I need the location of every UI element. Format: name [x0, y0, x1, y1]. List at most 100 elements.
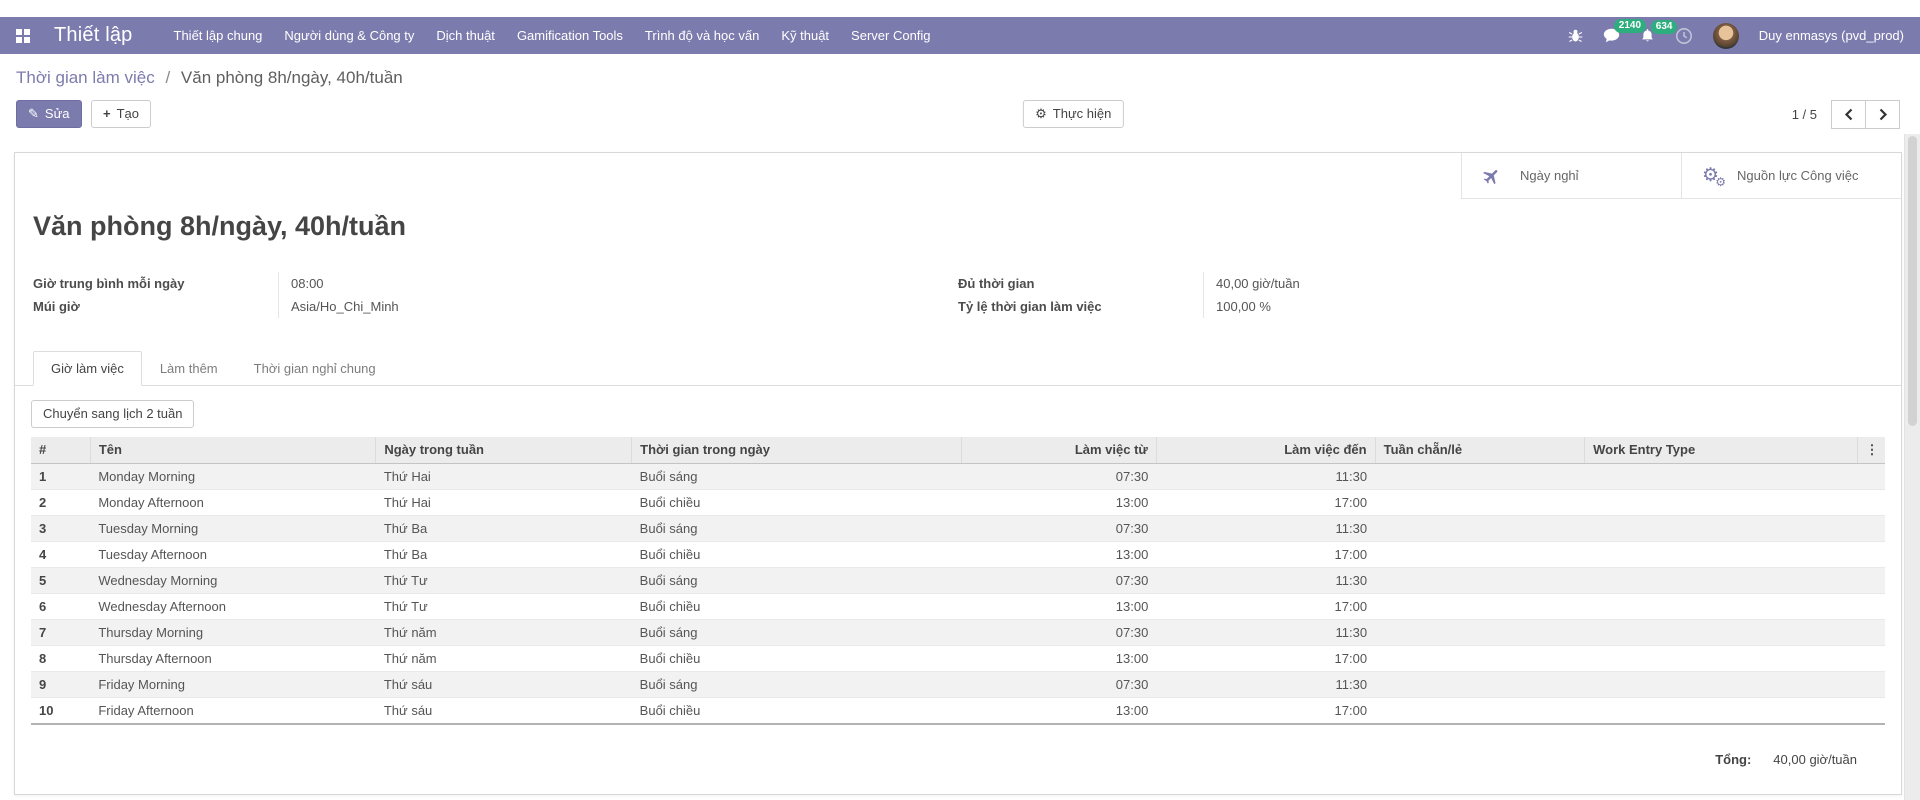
cell-day-of-week: Thứ sáu: [376, 671, 632, 697]
menu-ky-thuat[interactable]: Kỹ thuật: [770, 17, 840, 54]
table-row[interactable]: 2 Monday Afternoon Thứ Hai Buổi chiều 13…: [31, 489, 1885, 515]
table-row[interactable]: 6 Wednesday Afternoon Thứ Tư Buổi chiều …: [31, 593, 1885, 619]
table-row[interactable]: 1 Monday Morning Thứ Hai Buổi sáng 07:30…: [31, 463, 1885, 489]
cell-options: [1857, 489, 1885, 515]
menu-gamification-tools[interactable]: Gamification Tools: [506, 17, 634, 54]
table-row[interactable]: 10 Friday Afternoon Thứ sáu Buổi chiều 1…: [31, 697, 1885, 724]
create-button[interactable]: + Tạo: [91, 100, 151, 128]
pager-next-button[interactable]: [1865, 100, 1900, 129]
tab-global-time-off[interactable]: Thời gian nghỉ chung: [236, 351, 394, 386]
cell-work-entry-type: [1585, 593, 1857, 619]
cell-work-to: 11:30: [1156, 671, 1375, 697]
work-resources-stat-button[interactable]: ⚙⚙ Nguồn lực Công việc: [1681, 153, 1901, 199]
cell-index: 8: [31, 645, 90, 671]
cell-even-odd-week: [1375, 567, 1585, 593]
top-menu: Thiết lập chung Người dùng & Công ty Dịc…: [163, 17, 942, 54]
cell-index: 4: [31, 541, 90, 567]
cell-even-odd-week: [1375, 593, 1585, 619]
field-timezone: Múi giờ Asia/Ho_Chi_Minh: [33, 295, 958, 318]
cell-day-period: Buổi sáng: [632, 619, 962, 645]
tab-working-hours[interactable]: Giờ làm việc: [33, 351, 142, 386]
leaves-stat-label: Ngày nghỉ: [1520, 168, 1579, 183]
action-button-label: Thực hiện: [1053, 106, 1112, 122]
menu-dich-thuat[interactable]: Dịch thuật: [425, 17, 506, 54]
main-content: Ngày nghỉ ⚙⚙ Nguồn lực Công việc Văn phò…: [0, 152, 1920, 800]
field-label: Giờ trung bình mỗi ngày: [33, 276, 278, 291]
scrollbar[interactable]: [1904, 134, 1920, 800]
table-row[interactable]: 5 Wednesday Morning Thứ Tư Buổi sáng 07:…: [31, 567, 1885, 593]
table-row[interactable]: 7 Thursday Morning Thứ năm Buổi sáng 07:…: [31, 619, 1885, 645]
cell-even-odd-week: [1375, 463, 1585, 489]
header-work-from[interactable]: Làm việc từ: [962, 437, 1157, 464]
cell-work-entry-type: [1585, 463, 1857, 489]
cell-day-of-week: Thứ năm: [376, 645, 632, 671]
cell-even-odd-week: [1375, 697, 1585, 724]
table-row[interactable]: 9 Friday Morning Thứ sáu Buổi sáng 07:30…: [31, 671, 1885, 697]
field-group-left: Giờ trung bình mỗi ngày 08:00 Múi giờ As…: [33, 272, 958, 318]
cell-options: [1857, 463, 1885, 489]
control-panel-buttons: ✎ Sửa + Tạo ⚙ Thực hiện 1 / 5: [16, 100, 1904, 130]
cell-name: Thursday Afternoon: [90, 645, 376, 671]
breadcrumb-current: Văn phòng 8h/ngày, 40h/tuần: [181, 68, 403, 87]
cell-name: Friday Morning: [90, 671, 376, 697]
form-sheet: Ngày nghỉ ⚙⚙ Nguồn lực Công việc Văn phò…: [14, 152, 1902, 795]
field-value: 40,00 giờ/tuần: [1203, 272, 1883, 295]
action-button[interactable]: ⚙ Thực hiện: [1023, 100, 1123, 128]
field-group-right: Đủ thời gian 40,00 giờ/tuần Tỷ lệ thời g…: [958, 272, 1883, 318]
header-day-period[interactable]: Thời gian trong ngày: [632, 437, 962, 464]
table-row[interactable]: 8 Thursday Afternoon Thứ năm Buổi chiều …: [31, 645, 1885, 671]
cell-work-from: 07:30: [962, 515, 1157, 541]
notifications-bell-icon[interactable]: 634: [1640, 28, 1655, 43]
field-label: Đủ thời gian: [958, 276, 1203, 291]
app-title[interactable]: Thiết lập: [54, 24, 133, 47]
cell-day-period: Buổi chiều: [632, 541, 962, 567]
header-day-of-week[interactable]: Ngày trong tuần: [376, 437, 632, 464]
screen: Thiết lập Thiết lập chung Người dùng & C…: [0, 0, 1920, 800]
breadcrumb-parent-link[interactable]: Thời gian làm việc: [16, 68, 155, 87]
bug-icon[interactable]: [1568, 28, 1583, 43]
menu-trinh-do-hoc-van[interactable]: Trình độ và học vấn: [634, 17, 770, 54]
cell-index: 9: [31, 671, 90, 697]
field-label: Múi giờ: [33, 299, 278, 314]
menu-server-config[interactable]: Server Config: [840, 17, 941, 54]
optional-columns-icon[interactable]: ⋮: [1857, 437, 1885, 464]
menu-thiet-lap-chung[interactable]: Thiết lập chung: [163, 17, 274, 54]
activities-clock-icon[interactable]: [1675, 27, 1693, 45]
cell-day-of-week: Thứ năm: [376, 619, 632, 645]
messages-icon[interactable]: 2140: [1603, 27, 1620, 44]
cell-work-to: 17:00: [1156, 645, 1375, 671]
tab-overtime[interactable]: Làm thêm: [142, 351, 236, 386]
cell-work-to: 17:00: [1156, 593, 1375, 619]
plane-icon: [1482, 166, 1502, 186]
cell-day-period: Buổi chiều: [632, 645, 962, 671]
cell-day-period: Buổi chiều: [632, 489, 962, 515]
table-row[interactable]: 3 Tuesday Morning Thứ Ba Buổi sáng 07:30…: [31, 515, 1885, 541]
scrollbar-thumb[interactable]: [1908, 136, 1917, 426]
switch-two-week-calendar-button[interactable]: Chuyển sang lịch 2 tuần: [31, 400, 194, 428]
header-work-entry-type[interactable]: Work Entry Type: [1585, 437, 1857, 464]
leaves-stat-button[interactable]: Ngày nghỉ: [1461, 153, 1681, 199]
header-name[interactable]: Tên: [90, 437, 376, 464]
pager-previous-button[interactable]: [1831, 100, 1866, 129]
cell-work-from: 13:00: [962, 593, 1157, 619]
worktime-table-body: 1 Monday Morning Thứ Hai Buổi sáng 07:30…: [31, 463, 1885, 724]
field-groups: Giờ trung bình mỗi ngày 08:00 Múi giờ As…: [33, 272, 1883, 318]
cell-day-period: Buổi sáng: [632, 515, 962, 541]
header-index[interactable]: #: [31, 437, 90, 464]
table-row[interactable]: 4 Tuesday Afternoon Thứ Ba Buổi chiều 13…: [31, 541, 1885, 567]
apps-menu-icon[interactable]: [16, 29, 30, 43]
header-even-odd-week[interactable]: Tuần chẵn/lẻ: [1375, 437, 1585, 464]
user-menu[interactable]: Duy enmasys (pvd_prod): [1759, 28, 1904, 43]
edit-button[interactable]: ✎ Sửa: [16, 100, 82, 128]
cell-work-from: 07:30: [962, 671, 1157, 697]
edit-button-label: Sửa: [45, 106, 70, 122]
header-work-to[interactable]: Làm việc đến: [1156, 437, 1375, 464]
user-avatar[interactable]: [1713, 23, 1739, 49]
working-hours-table: # Tên Ngày trong tuần Thời gian trong ng…: [31, 437, 1885, 725]
menu-nguoi-dung-cong-ty[interactable]: Người dùng & Công ty: [273, 17, 425, 54]
cell-work-from: 13:00: [962, 645, 1157, 671]
chevron-left-icon: [1844, 108, 1854, 121]
cell-work-to: 11:30: [1156, 567, 1375, 593]
pager: 1 / 5: [1792, 100, 1900, 129]
chevron-right-icon: [1878, 108, 1888, 121]
